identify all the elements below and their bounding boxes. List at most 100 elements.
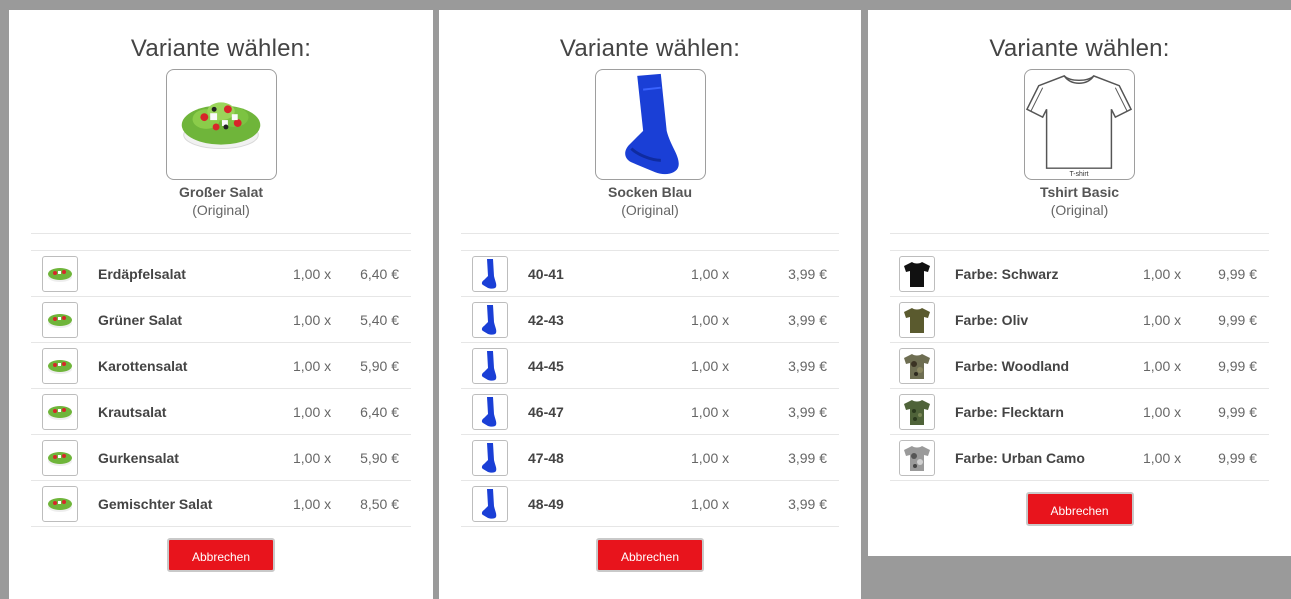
variant-dialog-salad: Variante wählen: Großer Salat (Original)…: [9, 10, 433, 599]
tshirt-thumb-icon: [899, 393, 935, 430]
variant-name: Farbe: Flecktarn: [955, 403, 1064, 420]
tshirt-thumb-icon: [899, 301, 935, 338]
variant-name: Farbe: Woodland: [955, 357, 1070, 374]
variant-quantity: 1,00 x: [293, 265, 332, 282]
product-subtitle: (Original): [1050, 202, 1109, 218]
variant-price: 3,99 €: [788, 495, 827, 512]
dialog-title: Variante wählen:: [989, 35, 1170, 62]
variant-row[interactable]: 46-47 1,00 x 3,99 €: [461, 389, 839, 435]
variant-name: Farbe: Urban Camo: [955, 449, 1085, 466]
variant-name: Karottensalat: [98, 357, 188, 374]
tshirt-thumb-icon: [899, 255, 935, 292]
tshirt-outline-icon: T-shirt: [1025, 75, 1133, 178]
product-subtitle: (Original): [192, 202, 250, 218]
variant-price: 9,99 €: [1218, 403, 1257, 420]
divider: [31, 233, 411, 234]
variant-price: 8,50 €: [360, 495, 399, 512]
product-image: [594, 69, 706, 180]
variant-quantity: 1,00 x: [691, 403, 730, 420]
variant-list: Farbe: Schwarz 1,00 x 9,99 € Farbe: Oliv…: [890, 250, 1269, 481]
variant-name: Gemischter Salat: [98, 495, 213, 512]
variant-row[interactable]: Farbe: Urban Camo 1,00 x 9,99 €: [890, 435, 1269, 481]
variant-dialog-socks: Variante wählen: Socken Blau (Original) …: [439, 10, 861, 599]
variant-price: 5,90 €: [360, 449, 399, 466]
variant-quantity: 1,00 x: [1143, 449, 1182, 466]
variant-name: 40-41: [528, 265, 564, 282]
variant-row[interactable]: 48-49 1,00 x 3,99 €: [461, 481, 839, 527]
variant-price: 3,99 €: [788, 311, 827, 328]
variant-row[interactable]: Farbe: Flecktarn 1,00 x 9,99 €: [890, 389, 1269, 435]
variant-row[interactable]: 40-41 1,00 x 3,99 €: [461, 251, 839, 297]
sock-thumb-icon: [472, 439, 508, 476]
variant-row[interactable]: Gurkensalat 1,00 x 5,90 €: [31, 435, 411, 481]
variant-quantity: 1,00 x: [691, 495, 730, 512]
variant-row[interactable]: 47-48 1,00 x 3,99 €: [461, 435, 839, 481]
variant-quantity: 1,00 x: [691, 311, 730, 328]
salad-thumb-icon: [42, 439, 78, 476]
variant-quantity: 1,00 x: [293, 449, 332, 466]
variant-row[interactable]: Farbe: Schwarz 1,00 x 9,99 €: [890, 251, 1269, 297]
variant-quantity: 1,00 x: [691, 449, 730, 466]
variant-quantity: 1,00 x: [293, 403, 332, 420]
cancel-button[interactable]: Abbrechen: [1025, 492, 1134, 526]
product-image: [165, 69, 277, 180]
variant-price: 9,99 €: [1218, 449, 1257, 466]
variant-price: 6,40 €: [360, 265, 399, 282]
product-subtitle: (Original): [621, 202, 679, 218]
variant-quantity: 1,00 x: [293, 357, 332, 374]
sock-thumb-icon: [472, 485, 508, 522]
variant-name: Grüner Salat: [98, 311, 183, 328]
variant-row[interactable]: 44-45 1,00 x 3,99 €: [461, 343, 839, 389]
variant-row[interactable]: Gemischter Salat 1,00 x 8,50 €: [31, 481, 411, 527]
variant-name: 44-45: [528, 357, 564, 374]
variant-price: 9,99 €: [1218, 357, 1257, 374]
cancel-button[interactable]: Abbrechen: [596, 538, 704, 572]
variant-name: Krautsalat: [98, 403, 167, 420]
variant-price: 3,99 €: [788, 265, 827, 282]
variant-price: 9,99 €: [1218, 265, 1257, 282]
variant-row[interactable]: Karottensalat 1,00 x 5,90 €: [31, 343, 411, 389]
variant-row[interactable]: Farbe: Oliv 1,00 x 9,99 €: [890, 297, 1269, 343]
tshirt-thumb-icon: [899, 439, 935, 476]
salad-thumb-icon: [42, 347, 78, 384]
variant-name: Farbe: Oliv: [955, 311, 1029, 328]
variant-quantity: 1,00 x: [691, 265, 730, 282]
variant-row[interactable]: Krautsalat 1,00 x 6,40 €: [31, 389, 411, 435]
variant-quantity: 1,00 x: [1143, 265, 1182, 282]
variant-name: 47-48: [528, 449, 564, 466]
variant-quantity: 1,00 x: [293, 311, 332, 328]
salad-thumb-icon: [42, 255, 78, 292]
variant-row[interactable]: Grüner Salat 1,00 x 5,40 €: [31, 297, 411, 343]
salad-thumb-icon: [42, 393, 78, 430]
variant-name: 46-47: [528, 403, 564, 420]
salad-icon: [181, 102, 260, 150]
variant-dialog-tshirt: Variante wählen: T-shirt Tshirt Basic (O…: [868, 10, 1291, 556]
variant-quantity: 1,00 x: [293, 495, 332, 512]
variant-name: 48-49: [528, 495, 564, 512]
variant-price: 3,99 €: [788, 403, 827, 420]
dialog-title: Variante wählen:: [559, 35, 741, 62]
tshirt-thumb-icon: [899, 347, 935, 384]
variant-quantity: 1,00 x: [691, 357, 730, 374]
variant-price: 3,99 €: [788, 357, 827, 374]
product-name: Großer Salat: [178, 184, 264, 200]
cancel-button[interactable]: Abbrechen: [167, 538, 275, 572]
divider: [461, 233, 839, 234]
salad-thumb-icon: [42, 485, 78, 522]
sock-icon: [624, 73, 679, 175]
variant-name: Erdäpfelsalat: [98, 265, 186, 282]
tshirt-image-caption: T-shirt: [1069, 171, 1088, 178]
salad-thumb-icon: [42, 301, 78, 338]
product-image: T-shirt: [1024, 69, 1135, 180]
variant-row[interactable]: Erdäpfelsalat 1,00 x 6,40 €: [31, 251, 411, 297]
sock-thumb-icon: [472, 393, 508, 430]
variant-row[interactable]: Farbe: Woodland 1,00 x 9,99 €: [890, 343, 1269, 389]
variant-quantity: 1,00 x: [1143, 357, 1182, 374]
product-name: Socken Blau: [607, 184, 693, 200]
sock-thumb-icon: [472, 255, 508, 292]
variant-price: 9,99 €: [1218, 311, 1257, 328]
dialog-title: Variante wählen:: [130, 35, 312, 62]
variant-price: 6,40 €: [360, 403, 399, 420]
variant-row[interactable]: 42-43 1,00 x 3,99 €: [461, 297, 839, 343]
variant-price: 5,40 €: [360, 311, 399, 328]
